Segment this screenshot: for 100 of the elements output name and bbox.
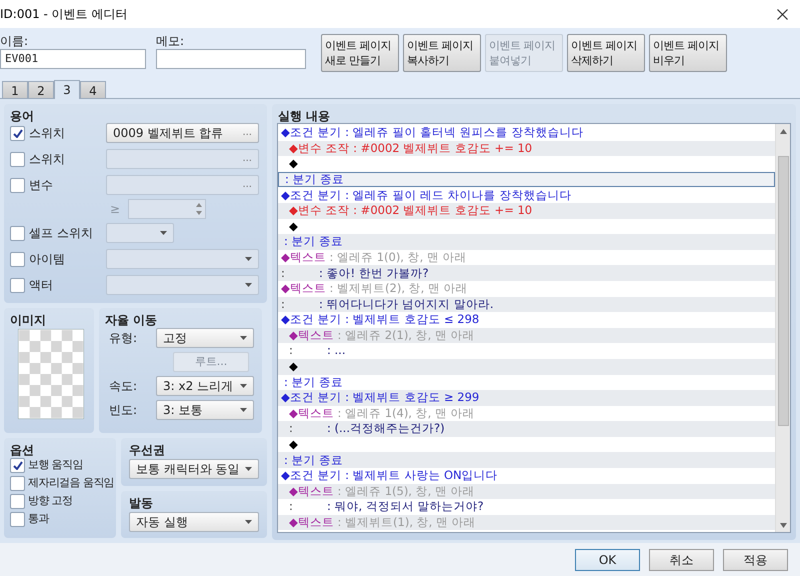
page-button[interactable]: 이벤트 페이지 비우기 (649, 34, 727, 72)
spinner-arrows-icon[interactable] (196, 203, 202, 215)
checkbox[interactable] (10, 252, 25, 266)
image-preview[interactable] (18, 329, 84, 419)
message-text: : 좋아! 한번 가볼까? (319, 264, 429, 282)
memo-field[interactable] (156, 49, 306, 69)
command-row[interactable]: : : 뛰어다니다가 넘어지지 말아라. (278, 296, 775, 312)
scroll-up-icon[interactable] (780, 129, 786, 134)
command-row[interactable]: ◆ (278, 358, 775, 374)
command-row[interactable]: : : (...걱정해주는건가?) (278, 421, 775, 437)
comparison-symbol: ≥ (110, 201, 122, 218)
name-label: 이름: (0, 34, 30, 48)
command-text: : 분기 종료 (284, 452, 344, 469)
checkbox[interactable] (10, 512, 25, 527)
continuation-mark: : (289, 342, 294, 360)
dropdown[interactable]: 3: x2 느리게 (156, 376, 254, 396)
command-text: ◆텍스트 : 벨제뷔트(2), 창, 맨 아래 (281, 280, 468, 298)
continuation-mark: : (281, 264, 286, 282)
panel-title: 우선권 (129, 442, 166, 459)
page-button[interactable]: 이벤트 페이지 새로 만들기 (321, 34, 399, 72)
command-text: ◆ (289, 436, 298, 454)
message-text: : (...걱정해주는건가?) (327, 420, 445, 438)
panel-title: 용어 (10, 108, 35, 123)
dropdown[interactable]: 3: 보통 (156, 400, 254, 420)
command-row[interactable]: ◆텍스트 : 엘레쥬 1(5), 창, 맨 아래 (278, 484, 775, 500)
message-text: : ... (327, 342, 346, 360)
scrollbar[interactable] (775, 124, 790, 532)
checkbox-label: 아이템 (29, 251, 66, 268)
command-text: : 분기 종료 (284, 374, 344, 391)
tab[interactable]: 1 (2, 81, 28, 98)
command-text: ◆조건 분기 : 엘레쥬 필이 홀터넥 원피스를 장착했습니다 (281, 124, 584, 142)
dialog-button[interactable]: 적용 (723, 548, 788, 570)
page-button[interactable]: 이벤트 페이지 삭제하기 (567, 34, 645, 72)
caret-icon (160, 231, 167, 235)
field-label: 유형: (108, 330, 138, 347)
dropdown[interactable] (106, 249, 259, 269)
command-row[interactable]: ◆ (278, 218, 775, 234)
tab[interactable]: 4 (80, 81, 106, 98)
command-row[interactable]: ◆조건 분기 : 벨제뷔트 호감도 ≥ 299 (278, 390, 775, 406)
checkbox[interactable] (10, 458, 25, 473)
command-text: ◆텍스트 : 벨제뷔트(1), 창, 맨 아래 (289, 514, 476, 532)
command-row[interactable]: : 분기 종료 (278, 234, 775, 250)
dialog-button[interactable]: 취소 (649, 548, 714, 570)
field-label: 속도: (108, 378, 138, 395)
caret-icon (240, 336, 247, 340)
command-text: ◆변수 조작 : #0002 벨제뷔트 호감도 += 10 (289, 140, 532, 157)
message-text: : 뛰어다니다가 넘어지지 말아라. (319, 296, 494, 313)
command-text: ◆텍스트 : 엘레쥬 2(1), 창, 맨 아래 (289, 326, 475, 344)
panel-title: 이미지 (10, 312, 47, 329)
caret-icon (245, 467, 252, 471)
close-icon[interactable] (777, 8, 788, 20)
command-row[interactable]: ◆변수 조작 : #0002 벨제뷔트 호감도 += 10 (278, 202, 775, 219)
memo-label: 메모: (156, 34, 186, 48)
number-spinner[interactable] (128, 199, 206, 219)
picker-button[interactable]: 0009 벨제뷔트 합류 ... (106, 123, 259, 143)
command-row[interactable]: ◆텍스트 : 벨제뷔트(1), 창, 맨 아래 (278, 514, 775, 530)
tab[interactable]: 2 (28, 81, 54, 98)
panel-title: 발동 (129, 495, 154, 512)
page-button[interactable]: 이벤트 페이지 복사하기 (403, 34, 481, 72)
checkbox[interactable] (10, 226, 25, 240)
command-row[interactable]: : 분기 종료 (278, 374, 775, 390)
command-row[interactable]: ◆텍스트 : 엘레쥬 1(0), 창, 맨 아래 (278, 250, 775, 266)
dropdown[interactable] (106, 275, 259, 295)
dropdown[interactable]: 고정 (156, 328, 254, 348)
dropdown[interactable]: 자동 실행 (129, 512, 259, 532)
command-row[interactable]: ◆텍스트 : 엘레쥬 1(4), 창, 맨 아래 (278, 406, 775, 422)
checkbox[interactable] (10, 278, 25, 292)
command-row[interactable]: ◆변수 조작 : #0002 벨제뷔트 호감도 += 10 (278, 140, 775, 156)
tab[interactable]: 3 (54, 80, 80, 99)
scrollbar-thumb[interactable] (778, 156, 788, 426)
checkbox-label: 통과 (28, 511, 49, 528)
checkbox-label: 방향 고정 (28, 493, 72, 510)
checkbox[interactable] (10, 152, 25, 166)
command-text: ◆조건 분기 : 벨제뷔트 호감도 ≥ 299 (281, 389, 480, 406)
checkbox[interactable] (10, 476, 25, 491)
field-label: 빈도: (108, 402, 138, 419)
command-text: ◆조건 분기 : 벨제뷔트 사랑는 ON입니다 (281, 467, 498, 484)
command-row[interactable]: : 분기 종료 (278, 172, 775, 188)
command-text: ◆ (289, 358, 298, 376)
command-text: ◆텍스트 : 엘레쥬 1(4), 창, 맨 아래 (289, 404, 475, 422)
command-text: ◆ (289, 155, 298, 172)
checkbox[interactable] (10, 126, 25, 140)
dropdown[interactable]: 보통 캐릭터와 동일 (129, 459, 259, 479)
command-row[interactable]: ◆텍스트 : 엘레쥬 2(1), 창, 맨 아래 (278, 328, 775, 344)
checkbox-label: 스위치 (29, 151, 66, 168)
checkbox-label: 셀프 스위치 (29, 225, 94, 242)
continuation-mark: : (289, 498, 294, 516)
checkbox[interactable] (10, 178, 25, 192)
scroll-down-icon[interactable] (780, 523, 786, 528)
name-field[interactable]: EV001 (0, 49, 146, 69)
command-row[interactable]: : 분기 종료 (278, 452, 775, 468)
command-text: ◆조건 분기 : 벨제뷔트 호감도 ≤ 298 (281, 311, 480, 328)
command-row[interactable]: : : 좋아! 한번 가볼까? (278, 265, 775, 281)
panel-title: 자율 이동 (105, 312, 158, 328)
dropdown[interactable] (106, 223, 174, 243)
dialog-button[interactable]: OK (575, 548, 640, 570)
checkbox-label: 변수 (29, 177, 54, 194)
caret-icon (245, 257, 252, 261)
checkbox[interactable] (10, 494, 25, 509)
command-text: : 분기 종료 (284, 233, 344, 250)
